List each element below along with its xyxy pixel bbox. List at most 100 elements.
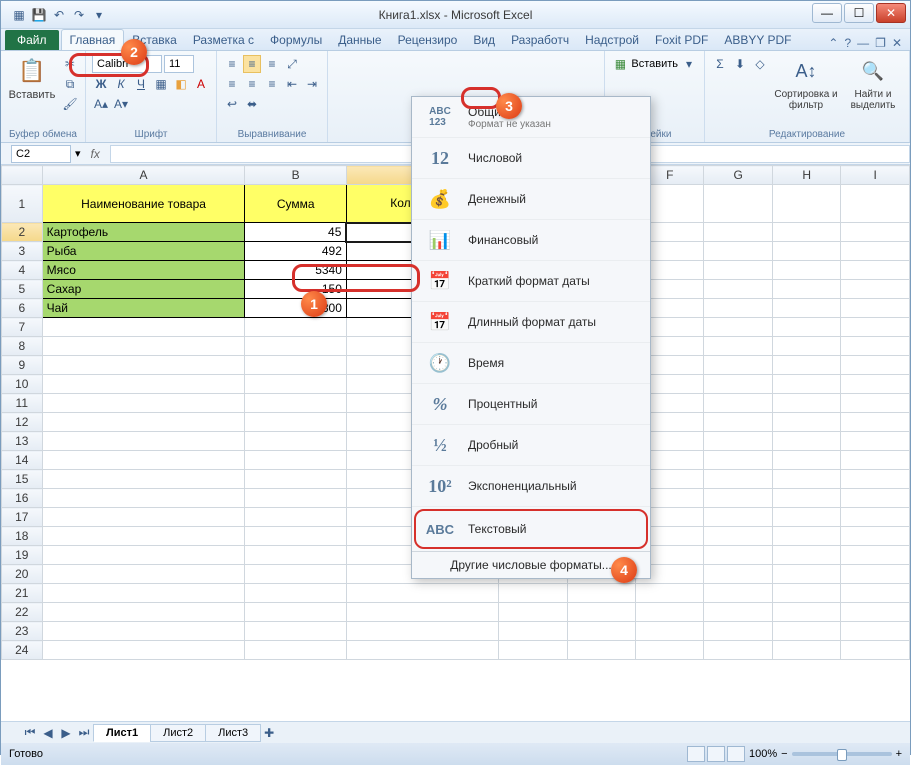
sheet-nav-prev-icon[interactable]: ◀ — [39, 724, 57, 742]
cell[interactable] — [42, 432, 245, 451]
cell[interactable] — [841, 584, 910, 603]
row-header[interactable]: 20 — [2, 565, 43, 584]
cell[interactable] — [841, 375, 910, 394]
new-sheet-icon[interactable]: ✚ — [260, 724, 278, 742]
cell[interactable] — [636, 641, 704, 660]
row-header[interactable]: 12 — [2, 413, 43, 432]
cell[interactable] — [772, 337, 840, 356]
cell[interactable] — [772, 413, 840, 432]
header-name[interactable]: Наименование товара — [42, 185, 245, 223]
cell[interactable] — [772, 603, 840, 622]
tab-view[interactable]: Вид — [465, 30, 503, 50]
zoom-out-icon[interactable]: − — [781, 748, 787, 760]
view-pagebreak-icon[interactable] — [727, 746, 745, 762]
align-right-icon[interactable]: ≡ — [263, 75, 281, 93]
insert-cells-dropdown-icon[interactable]: ▾ — [680, 55, 698, 73]
cell[interactable] — [841, 451, 910, 470]
format-text[interactable]: ABC Текстовый — [414, 509, 648, 549]
cell[interactable] — [245, 546, 346, 565]
border-icon[interactable]: ▦ — [152, 75, 170, 93]
cell[interactable] — [245, 413, 346, 432]
format-percent[interactable]: % Процентный — [412, 384, 650, 425]
row-header[interactable]: 11 — [2, 394, 43, 413]
wrap-text-icon[interactable]: ↩ — [223, 95, 241, 113]
cell[interactable] — [704, 394, 772, 413]
cell[interactable] — [772, 356, 840, 375]
cell[interactable] — [704, 546, 772, 565]
cell[interactable] — [841, 413, 910, 432]
cell[interactable] — [245, 318, 346, 337]
cell[interactable] — [704, 337, 772, 356]
autosum-icon[interactable]: Σ — [711, 55, 729, 73]
cell[interactable] — [567, 603, 635, 622]
cell[interactable] — [841, 470, 910, 489]
cell[interactable] — [841, 565, 910, 584]
cell[interactable] — [245, 584, 346, 603]
orientation-icon[interactable]: ⤢ — [283, 55, 301, 73]
row-header[interactable]: 18 — [2, 527, 43, 546]
cell[interactable] — [636, 603, 704, 622]
tab-abbyy[interactable]: ABBYY PDF — [716, 30, 799, 50]
cell[interactable] — [346, 584, 498, 603]
cell-a2[interactable]: Картофель — [42, 223, 245, 242]
cell[interactable] — [42, 508, 245, 527]
cell[interactable] — [704, 280, 772, 299]
cell[interactable] — [245, 565, 346, 584]
cell[interactable] — [245, 432, 346, 451]
cell-b5[interactable]: 150 — [245, 280, 346, 299]
cell[interactable] — [704, 356, 772, 375]
cell[interactable] — [42, 394, 245, 413]
cell[interactable] — [42, 356, 245, 375]
close-button[interactable]: ✕ — [876, 3, 906, 23]
col-header-h[interactable]: H — [772, 166, 840, 185]
cell[interactable] — [704, 451, 772, 470]
format-painter-icon[interactable]: 🖌 — [61, 95, 79, 113]
cell[interactable] — [841, 508, 910, 527]
col-header-a[interactable]: A — [42, 166, 245, 185]
cell[interactable] — [245, 451, 346, 470]
cell[interactable] — [499, 603, 567, 622]
cell[interactable] — [841, 337, 910, 356]
cell[interactable] — [772, 432, 840, 451]
cell[interactable] — [772, 641, 840, 660]
cell[interactable] — [704, 432, 772, 451]
cell[interactable] — [841, 603, 910, 622]
row-header[interactable]: 16 — [2, 489, 43, 508]
redo-icon[interactable]: ↷ — [71, 7, 87, 23]
view-normal-icon[interactable] — [687, 746, 705, 762]
insert-cells-label[interactable]: Вставить — [631, 58, 678, 70]
cell[interactable] — [772, 622, 840, 641]
align-middle-icon[interactable]: ≡ — [243, 55, 261, 73]
cell-a3[interactable]: Рыба — [42, 242, 245, 261]
align-center-icon[interactable]: ≡ — [243, 75, 261, 93]
cell[interactable] — [772, 489, 840, 508]
insert-cells-icon[interactable]: ▦ — [611, 55, 629, 73]
cell[interactable] — [841, 299, 910, 318]
row-header[interactable]: 4 — [2, 261, 43, 280]
cell[interactable] — [841, 318, 910, 337]
cell[interactable] — [704, 565, 772, 584]
row-header[interactable]: 9 — [2, 356, 43, 375]
file-tab[interactable]: Файл — [5, 30, 59, 50]
cell[interactable] — [245, 641, 346, 660]
clear-icon[interactable]: ◇ — [751, 55, 769, 73]
view-layout-icon[interactable] — [707, 746, 725, 762]
row-header[interactable]: 2 — [2, 223, 43, 242]
cell[interactable] — [704, 622, 772, 641]
sheet-nav-first-icon[interactable]: ⏮ — [21, 724, 39, 742]
cell[interactable] — [704, 489, 772, 508]
namebox-dropdown-icon[interactable]: ▾ — [75, 147, 81, 160]
fx-icon[interactable]: fx — [85, 147, 106, 161]
cell[interactable] — [772, 527, 840, 546]
cell[interactable] — [704, 584, 772, 603]
cell[interactable] — [42, 641, 245, 660]
save-icon[interactable]: 💾 — [31, 7, 47, 23]
name-box[interactable]: C2 — [11, 145, 71, 163]
zoom-slider[interactable] — [792, 752, 892, 756]
cell[interactable] — [245, 603, 346, 622]
tab-data[interactable]: Данные — [330, 30, 389, 50]
cell[interactable] — [346, 622, 498, 641]
cell[interactable] — [42, 375, 245, 394]
format-longdate[interactable]: 📅 Длинный формат даты — [412, 302, 650, 343]
cell[interactable] — [567, 641, 635, 660]
